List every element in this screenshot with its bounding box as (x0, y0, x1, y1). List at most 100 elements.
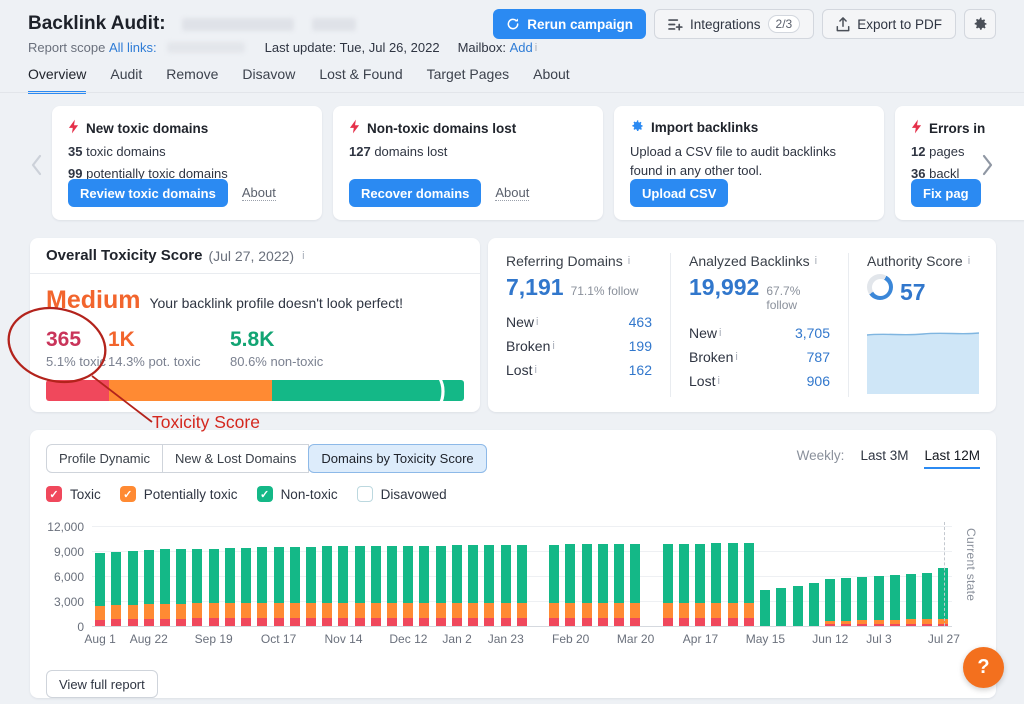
about-link[interactable]: About (495, 185, 529, 201)
bar-week-0[interactable] (92, 526, 108, 626)
bar-week-14[interactable] (319, 526, 335, 626)
info-icon[interactable]: i (550, 340, 554, 352)
legend-toxic[interactable]: ✓Toxic (46, 486, 101, 502)
bar-week-23[interactable] (465, 526, 481, 626)
bar-week-32[interactable] (611, 526, 627, 626)
bar-week-44[interactable] (806, 526, 822, 626)
bar-week-48[interactable] (871, 526, 887, 626)
bar-week-33[interactable] (627, 526, 643, 626)
tab-audit[interactable]: Audit (110, 66, 142, 94)
bar-week-49[interactable] (887, 526, 903, 626)
bar-week-36[interactable] (676, 526, 692, 626)
bar-week-45[interactable] (822, 526, 838, 626)
legend-disavowed[interactable]: Disavowed (357, 486, 447, 502)
report-scope-link[interactable]: All links: (109, 40, 157, 55)
bar-week-17[interactable] (368, 526, 384, 626)
export-pdf-button[interactable]: Export to PDF (822, 9, 956, 39)
bar-week-38[interactable] (708, 526, 724, 626)
checked-checkbox-icon[interactable]: ✓ (120, 486, 136, 502)
legend-non-toxic[interactable]: ✓Non-toxic (257, 486, 338, 502)
bar-week-19[interactable] (400, 526, 416, 626)
bar-week-40[interactable] (741, 526, 757, 626)
bar-week-12[interactable] (287, 526, 303, 626)
bar-week-39[interactable] (725, 526, 741, 626)
help-button[interactable]: ? (963, 647, 1004, 688)
analyzed-backlinks-value[interactable]: 19,992 (689, 274, 759, 301)
info-icon[interactable]: i (300, 250, 304, 262)
carousel-right-arrow[interactable] (982, 154, 994, 181)
legend-potentially-toxic[interactable]: ✓Potentially toxic (120, 486, 238, 502)
bar-week-30[interactable] (579, 526, 595, 626)
review-toxic-domains-button[interactable]: Review toxic domains (68, 179, 228, 207)
integrations-button[interactable]: Integrations 2/3 (654, 9, 814, 39)
bar-week-15[interactable] (335, 526, 351, 626)
referring-domains-value[interactable]: 7,191 (506, 274, 564, 301)
bar-week-29[interactable] (562, 526, 578, 626)
fix-pages-button[interactable]: Fix pag (911, 179, 981, 207)
bar-week-28[interactable] (546, 526, 562, 626)
bar-week-46[interactable] (838, 526, 854, 626)
bar-week-16[interactable] (352, 526, 368, 626)
period-last-12m[interactable]: Last 12M (924, 448, 980, 469)
settings-button[interactable] (964, 9, 996, 39)
about-link[interactable]: About (242, 185, 276, 201)
bar-week-47[interactable] (854, 526, 870, 626)
chart-tab-domains-by-toxicity-score[interactable]: Domains by Toxicity Score (308, 444, 486, 473)
bar-week-31[interactable] (595, 526, 611, 626)
info-icon[interactable]: i (717, 327, 721, 339)
upload-csv-button[interactable]: Upload CSV (630, 179, 728, 207)
bar-week-34[interactable] (643, 526, 659, 626)
view-full-report-button[interactable]: View full report (46, 670, 158, 698)
chart-tab-profile-dynamic[interactable]: Profile Dynamic (46, 444, 163, 473)
bar-week-42[interactable] (773, 526, 789, 626)
info-icon[interactable]: i (715, 375, 719, 387)
bar-week-7[interactable] (206, 526, 222, 626)
info-icon[interactable]: i (534, 316, 538, 328)
bar-week-24[interactable] (481, 526, 497, 626)
bar-week-6[interactable] (189, 526, 205, 626)
tab-lost-found[interactable]: Lost & Found (319, 66, 402, 94)
bar-week-20[interactable] (416, 526, 432, 626)
bar-week-1[interactable] (108, 526, 124, 626)
bar-week-22[interactable] (449, 526, 465, 626)
info-icon[interactable]: i (626, 255, 630, 267)
bar-week-13[interactable] (303, 526, 319, 626)
mailbox-add-link[interactable]: Add (510, 40, 533, 55)
bar-week-26[interactable] (514, 526, 530, 626)
info-icon[interactable]: i (813, 255, 817, 267)
bar-week-3[interactable] (141, 526, 157, 626)
carousel-left-arrow[interactable] (30, 154, 42, 181)
tab-disavow[interactable]: Disavow (242, 66, 295, 94)
bar-week-5[interactable] (173, 526, 189, 626)
bar-week-51[interactable] (919, 526, 935, 626)
bar-week-41[interactable] (757, 526, 773, 626)
info-icon[interactable]: i (733, 351, 737, 363)
rerun-campaign-button[interactable]: Rerun campaign (493, 9, 646, 39)
info-icon[interactable]: i (966, 255, 970, 267)
tab-target-pages[interactable]: Target Pages (427, 66, 510, 94)
tab-overview[interactable]: Overview (28, 66, 86, 94)
recover-domains-button[interactable]: Recover domains (349, 179, 481, 207)
info-icon[interactable]: i (533, 42, 537, 54)
bar-week-10[interactable] (254, 526, 270, 626)
bar-week-43[interactable] (789, 526, 805, 626)
bar-week-9[interactable] (238, 526, 254, 626)
bar-week-8[interactable] (222, 526, 238, 626)
bar-week-11[interactable] (270, 526, 286, 626)
checked-checkbox-icon[interactable]: ✓ (257, 486, 273, 502)
tab-about[interactable]: About (533, 66, 570, 94)
bar-week-21[interactable] (433, 526, 449, 626)
unchecked-checkbox-icon[interactable] (357, 486, 373, 502)
bar-week-2[interactable] (124, 526, 140, 626)
bar-week-4[interactable] (157, 526, 173, 626)
bar-week-25[interactable] (497, 526, 513, 626)
info-icon[interactable]: i (532, 364, 536, 376)
bar-week-27[interactable] (530, 526, 546, 626)
tab-remove[interactable]: Remove (166, 66, 218, 94)
bar-week-35[interactable] (660, 526, 676, 626)
bar-week-50[interactable] (903, 526, 919, 626)
checked-checkbox-icon[interactable]: ✓ (46, 486, 62, 502)
bar-week-18[interactable] (384, 526, 400, 626)
chart-tab-new-lost-domains[interactable]: New & Lost Domains (162, 444, 309, 473)
period-last-3m[interactable]: Last 3M (860, 448, 908, 469)
